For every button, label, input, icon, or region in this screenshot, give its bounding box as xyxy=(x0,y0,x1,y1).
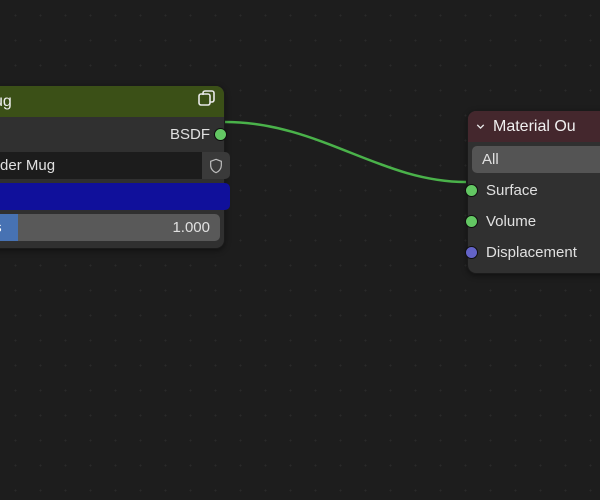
material-name-text: Blender Mug xyxy=(0,157,196,174)
output-label: BSDF xyxy=(70,126,210,143)
color-swatch[interactable] xyxy=(0,183,230,210)
input-label-displacement: Displacement xyxy=(486,244,577,261)
thickness-label: ness xyxy=(0,219,2,236)
node-body: BSDF Blender Mug or ness 1.000 xyxy=(0,117,224,248)
thickness-value: 1.000 xyxy=(172,219,210,236)
socket-output-bsdf[interactable] xyxy=(214,128,227,141)
input-label-surface: Surface xyxy=(486,182,538,199)
socket-input-displacement[interactable] xyxy=(465,246,478,259)
target-label: All xyxy=(482,151,499,168)
target-dropdown[interactable]: All xyxy=(472,146,600,173)
node-body: All Surface Volume Displacement xyxy=(468,142,600,273)
node-material-output[interactable]: Material Ou All Surface Volume Displacem… xyxy=(467,110,600,274)
input-row-volume: Volume xyxy=(472,208,600,235)
node-shader-group[interactable]: er Mug BSDF Blender Mug or xyxy=(0,85,225,249)
thickness-row[interactable]: ness 1.000 xyxy=(0,214,220,241)
node-header[interactable]: Material Ou xyxy=(468,111,600,142)
node-title: er Mug xyxy=(0,93,190,111)
node-header[interactable]: er Mug xyxy=(0,86,224,117)
material-name-field[interactable]: Blender Mug xyxy=(0,152,220,179)
output-row-bsdf: BSDF xyxy=(0,121,220,148)
socket-input-surface[interactable] xyxy=(465,184,478,197)
input-label-volume: Volume xyxy=(486,213,536,230)
chevron-down-icon xyxy=(474,120,487,133)
socket-input-volume[interactable] xyxy=(465,215,478,228)
color-row[interactable]: or xyxy=(0,183,220,210)
shield-icon[interactable] xyxy=(202,152,230,179)
input-row-surface: Surface xyxy=(472,177,600,204)
node-group-icon xyxy=(196,89,216,114)
node-title: Material Ou xyxy=(493,118,600,136)
input-row-displacement: Displacement xyxy=(472,239,600,266)
